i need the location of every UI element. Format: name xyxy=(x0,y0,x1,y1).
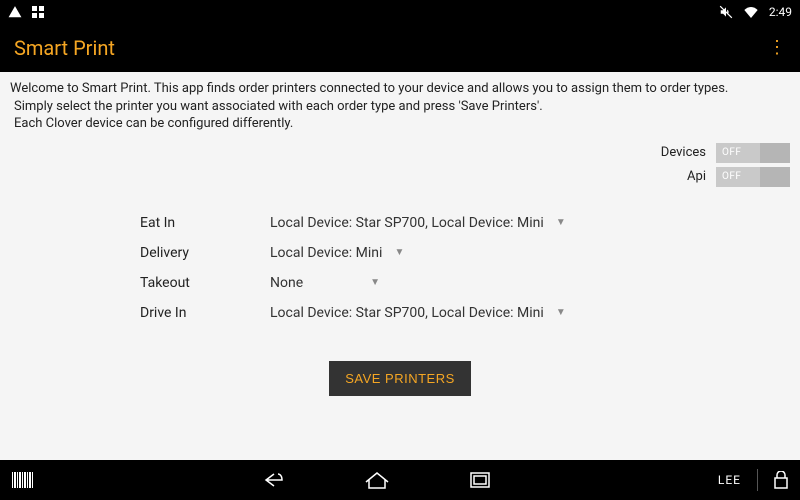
order-type-row: Drive In Local Device: Star SP700, Local… xyxy=(10,305,790,321)
mute-icon xyxy=(719,5,733,19)
app-title: Smart Print xyxy=(14,36,115,60)
overflow-menu-icon[interactable]: ⋮ xyxy=(768,44,786,52)
chevron-down-icon: ▼ xyxy=(394,247,404,258)
order-type-label: Eat In xyxy=(10,215,270,231)
recent-apps-button[interactable] xyxy=(470,472,490,488)
printer-dropdown[interactable]: Local Device: Mini ▼ xyxy=(270,245,404,261)
dropdown-value: None xyxy=(270,275,303,291)
warning-icon xyxy=(8,5,22,19)
api-toggle-label: Api xyxy=(687,169,706,184)
clock-text: 2:49 xyxy=(769,5,792,19)
action-bar: Smart Print ⋮ xyxy=(0,24,800,72)
order-type-label: Drive In xyxy=(10,305,270,321)
order-type-row: Eat In Local Device: Star SP700, Local D… xyxy=(10,215,790,231)
toggle-knob xyxy=(760,143,790,163)
order-type-list: Eat In Local Device: Star SP700, Local D… xyxy=(10,215,790,321)
dropdown-value: Local Device: Mini xyxy=(270,245,382,261)
order-type-row: Delivery Local Device: Mini ▼ xyxy=(10,245,790,261)
intro-line: Simply select the printer you want assoc… xyxy=(10,98,790,116)
printer-dropdown[interactable]: Local Device: Star SP700, Local Device: … xyxy=(270,305,566,321)
dropdown-value: Local Device: Star SP700, Local Device: … xyxy=(270,305,544,321)
order-type-label: Takeout xyxy=(10,275,270,291)
devices-toggle[interactable]: OFF xyxy=(716,143,790,163)
save-printers-button[interactable]: SAVE PRINTERS xyxy=(329,361,471,396)
grid-icon xyxy=(32,6,44,18)
printer-dropdown[interactable]: Local Device: Star SP700, Local Device: … xyxy=(270,215,566,231)
chevron-down-icon: ▼ xyxy=(556,307,566,318)
order-type-label: Delivery xyxy=(10,245,270,261)
toggle-knob xyxy=(760,167,790,187)
main-content: Welcome to Smart Print. This app finds o… xyxy=(0,72,800,460)
wifi-icon xyxy=(743,6,759,18)
printer-dropdown[interactable]: None ▼ xyxy=(270,275,380,291)
dropdown-value: Local Device: Star SP700, Local Device: … xyxy=(270,215,544,231)
intro-line: Each Clover device can be configured dif… xyxy=(10,115,790,133)
status-bar: 2:49 xyxy=(0,0,800,24)
chevron-down-icon: ▼ xyxy=(370,277,380,288)
order-type-row: Takeout None ▼ xyxy=(10,275,790,291)
divider xyxy=(757,469,758,491)
toggle-state: OFF xyxy=(716,147,741,158)
user-label[interactable]: LEE xyxy=(718,473,741,487)
chevron-down-icon: ▼ xyxy=(556,217,566,228)
api-toggle[interactable]: OFF xyxy=(716,167,790,187)
lock-icon[interactable] xyxy=(774,471,788,489)
back-button[interactable] xyxy=(260,471,284,489)
home-button[interactable] xyxy=(364,471,390,489)
toggle-state: OFF xyxy=(716,171,741,182)
nav-bar: LEE xyxy=(0,460,800,500)
intro-text: Welcome to Smart Print. This app finds o… xyxy=(10,80,790,133)
intro-line: Welcome to Smart Print. This app finds o… xyxy=(10,80,790,98)
barcode-icon[interactable] xyxy=(12,472,33,488)
devices-toggle-label: Devices xyxy=(661,145,706,160)
